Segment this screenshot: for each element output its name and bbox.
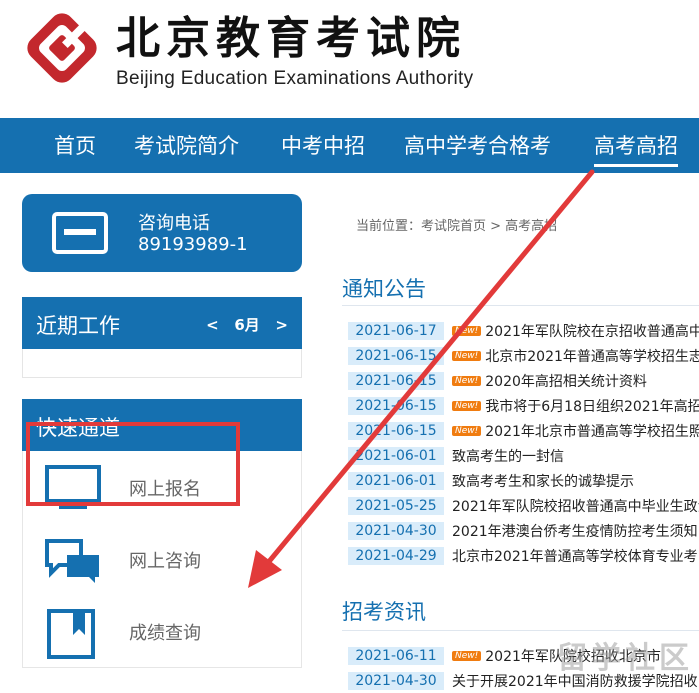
news-link[interactable]: 2021年港澳台侨考生疫情防控考生须知	[452, 521, 698, 541]
watermark: 留学社区	[557, 641, 693, 676]
nav-item-xuekao[interactable]: 高中学考合格考	[404, 130, 551, 160]
phone-box: 咨询电话 89193989-1	[22, 194, 302, 272]
notices-title: 通知公告	[342, 277, 426, 301]
phone-number: 89193989-1	[138, 234, 248, 255]
news-date: 2021-04-29	[348, 546, 444, 565]
news-row[interactable]: 2021-06-17 New! 2021年军队院校在京招收普通高中	[348, 320, 699, 342]
news-row[interactable]: 2021-06-15 New! 2020年高招相关统计资料	[348, 370, 699, 392]
news-title: 招考资讯	[342, 600, 426, 624]
news-link[interactable]: 2021年军队院校招收普通高中毕业生政治考	[452, 496, 699, 516]
notices-divider	[342, 305, 699, 306]
recent-work-title: 近期工作	[36, 314, 120, 338]
logo-icon[interactable]	[22, 8, 102, 88]
next-month-button[interactable]: >	[275, 316, 288, 334]
phone-label: 咨询电话	[138, 213, 210, 234]
news-divider	[342, 630, 699, 631]
nav-item-about[interactable]: 考试院简介	[134, 130, 239, 160]
new-badge: New!	[452, 350, 482, 361]
new-badge: New!	[452, 650, 482, 661]
news-row[interactable]: 2021-06-15 New! 北京市2021年普通高等学校招生志	[348, 345, 699, 367]
news-date: 2021-05-25	[348, 496, 444, 515]
chat-icon	[45, 539, 99, 583]
news-date: 2021-06-01	[348, 471, 444, 490]
new-badge: New!	[452, 375, 482, 386]
current-month: 6月	[234, 316, 260, 334]
main-nav: 首页 考试院简介 中考中招 高中学考合格考 高考高招	[0, 118, 699, 173]
news-date: 2021-06-11	[348, 646, 444, 665]
news-row[interactable]: 2021-06-15 New! 我市将于6月18日组织2021年高招	[348, 395, 699, 417]
quick-item-label: 网上咨询	[129, 551, 201, 572]
new-badge: New!	[452, 325, 482, 336]
recent-work-header: 近期工作 < 6月 >	[22, 297, 302, 349]
news-row[interactable]: 2021-05-25 2021年军队院校招收普通高中毕业生政治考	[348, 495, 699, 517]
news-row[interactable]: 2021-04-29 北京市2021年普通高等学校体育专业考	[348, 545, 699, 567]
news-link[interactable]: 2020年高招相关统计资料	[485, 371, 647, 391]
nav-item-zhongkao[interactable]: 中考中招	[281, 130, 365, 160]
highlight-box	[26, 422, 240, 506]
main-content: 当前位置：考试院首页 > 高考高招 通知公告 2021-06-17 New! 202…	[330, 193, 699, 693]
news-link[interactable]: 我市将于6月18日组织2021年高招	[485, 396, 699, 416]
news-link[interactable]: 2021年北京市普通高等学校招生照	[485, 421, 699, 441]
quick-item-online-consult[interactable]: 网上咨询	[22, 523, 302, 596]
nav-item-gaokao[interactable]: 高考高招	[594, 130, 678, 167]
new-badge: New!	[452, 425, 482, 436]
news-row[interactable]: 2021-06-15 New! 2021年北京市普通高等学校招生照	[348, 420, 699, 442]
quick-item-score-query[interactable]: 成绩查询	[22, 595, 302, 668]
news-link[interactable]: 致高考生的一封信	[452, 446, 564, 466]
card-icon	[52, 212, 108, 254]
news-link[interactable]: 北京市2021年普通高等学校体育专业考	[452, 546, 698, 566]
site-header: 北京教育考试院 Beijing Education Examinations A…	[0, 0, 699, 118]
news-link[interactable]: 2021年军队院校在京招收普通高中	[485, 321, 699, 341]
news-date: 2021-06-17	[348, 321, 444, 340]
news-date: 2021-06-01	[348, 446, 444, 465]
news-date: 2021-06-15	[348, 396, 444, 415]
news-row[interactable]: 2021-04-30 2021年港澳台侨考生疫情防控考生须知	[348, 520, 699, 542]
recent-work-body	[22, 349, 302, 378]
news-link[interactable]: 北京市2021年普通高等学校招生志	[485, 346, 699, 366]
site-title-en: Beijing Education Examinations Authority	[116, 68, 474, 89]
news-row[interactable]: 2021-06-01 致高考生的一封信	[348, 445, 699, 467]
news-date: 2021-06-15	[348, 346, 444, 365]
month-switcher: < 6月 >	[206, 314, 288, 335]
breadcrumb: 当前位置：考试院首页 > 高考高招	[356, 219, 558, 234]
bookmark-icon	[47, 609, 95, 659]
nav-item-home[interactable]: 首页	[54, 130, 96, 160]
news-date: 2021-04-30	[348, 671, 444, 690]
news-link[interactable]: 致高考考生和家长的诚挚提示	[452, 471, 634, 491]
news-date: 2021-06-15	[348, 421, 444, 440]
prev-month-button[interactable]: <	[206, 316, 219, 334]
news-date: 2021-04-30	[348, 521, 444, 540]
quick-item-label: 成绩查询	[129, 623, 201, 644]
news-date: 2021-06-15	[348, 371, 444, 390]
new-badge: New!	[452, 400, 482, 411]
site-title-cn: 北京教育考试院	[116, 13, 466, 64]
news-row[interactable]: 2021-06-01 致高考考生和家长的诚挚提示	[348, 470, 699, 492]
